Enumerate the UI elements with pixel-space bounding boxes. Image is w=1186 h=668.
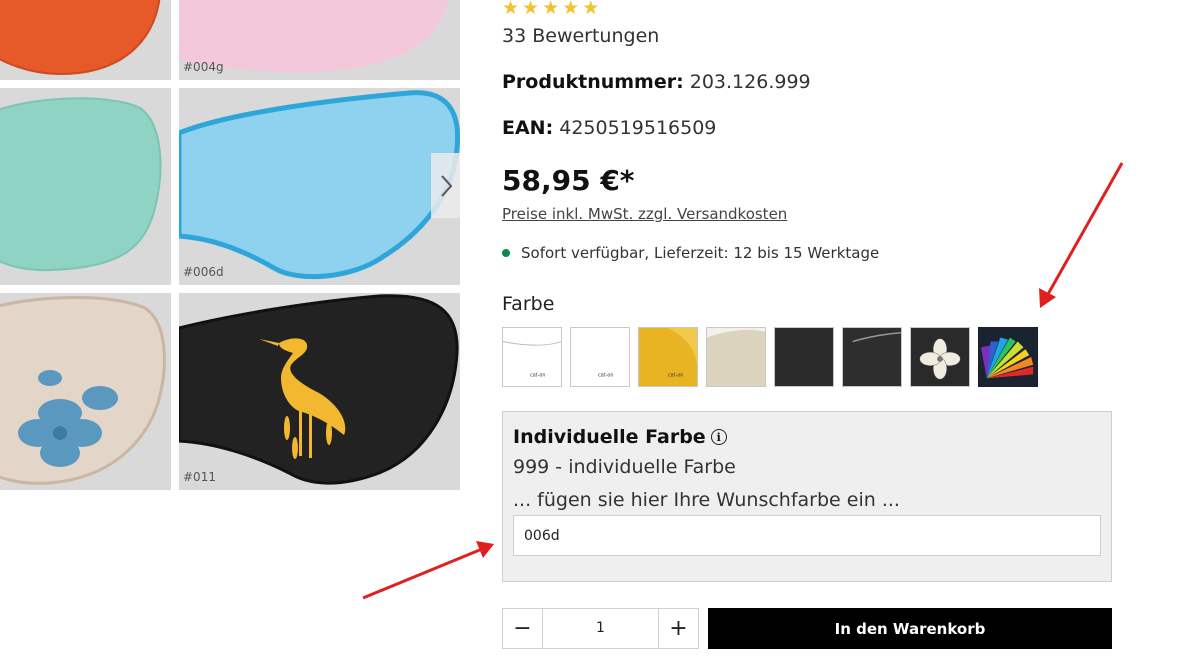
eye-mask-black-heron-image — [179, 294, 459, 485]
ean: EAN: 4250519516509 — [502, 117, 716, 139]
quantity-stepper: − 1 + — [502, 608, 699, 649]
individual-color-title: Individuelle Farbe i — [513, 426, 727, 448]
add-to-cart-button[interactable]: In den Warenkorb — [708, 608, 1112, 649]
price-note-link[interactable]: Preise inkl. MwSt. zzgl. Versandkosten — [502, 205, 787, 223]
color-swatches: cat-on cat-on cat-on — [502, 327, 1038, 387]
star-icon: ★ — [542, 0, 560, 19]
rating-stars[interactable]: ★ ★ ★ ★ ★ — [502, 0, 600, 19]
product-number-value: 203.126.999 — [689, 71, 811, 93]
white-mask-swatch: cat-on — [571, 328, 629, 386]
swatch-yellow[interactable]: cat-on — [638, 327, 698, 387]
white-mask-swatch: cat-on — [503, 328, 561, 386]
ean-label: EAN: — [502, 117, 554, 139]
gallery-tile-mint[interactable] — [0, 88, 171, 285]
rainbow-color-fan-swatch — [979, 328, 1037, 386]
ean-value: 4250519516509 — [559, 117, 717, 139]
red-arrow-to-rainbow-swatch — [1039, 162, 1124, 308]
eye-mask-light-blue-image — [179, 90, 460, 280]
black-mask-swatch — [775, 328, 833, 386]
eye-mask-mint-image — [0, 97, 162, 272]
gallery-tile-beige-hibiscus[interactable] — [0, 293, 171, 490]
individual-color-box: Individuelle Farbe i 999 - individuelle … — [502, 411, 1112, 582]
quantity-value[interactable]: 1 — [543, 609, 658, 648]
tile-code: #006d — [183, 265, 224, 279]
swatch-black-2[interactable] — [842, 327, 902, 387]
stock-text: Sofort verfügbar, Lieferzeit: 12 bis 15 … — [521, 244, 880, 262]
yellow-mask-swatch: cat-on — [639, 328, 697, 386]
product-number: Produktnummer: 203.126.999 — [502, 71, 811, 93]
individual-color-value: 999 - individuelle Farbe — [513, 456, 736, 478]
gallery-tile-orange[interactable] — [0, 0, 171, 80]
beige-mask-swatch — [707, 328, 765, 386]
product-image-gallery: #004g #006d #011 — [0, 0, 470, 500]
star-icon: ★ — [522, 0, 540, 19]
swatch-white-2[interactable]: cat-on — [570, 327, 630, 387]
red-arrow-to-color-input — [362, 541, 494, 600]
black-mask-swatch — [843, 328, 901, 386]
swatch-beige[interactable] — [706, 327, 766, 387]
black-flower-mask-swatch — [911, 328, 969, 386]
availability-dot-icon — [502, 249, 510, 257]
info-icon[interactable]: i — [710, 429, 727, 445]
swatch-black-1[interactable] — [774, 327, 834, 387]
gallery-next-button[interactable] — [431, 153, 460, 218]
decrease-quantity-button[interactable]: − — [503, 609, 543, 648]
individual-color-hint: ... fügen sie hier Ihre Wunschfarbe ein … — [513, 489, 900, 511]
product-number-label: Produktnummer: — [502, 71, 684, 93]
star-icon: ★ — [582, 0, 600, 19]
swatch-white-1[interactable]: cat-on — [502, 327, 562, 387]
color-label: Farbe — [502, 293, 555, 315]
individual-color-title-text: Individuelle Farbe — [513, 426, 706, 448]
svg-text:cat-on: cat-on — [668, 372, 683, 378]
star-icon: ★ — [562, 0, 580, 19]
review-count[interactable]: 33 Bewertungen — [502, 25, 659, 47]
swatch-rainbow-custom[interactable] — [978, 327, 1038, 387]
gallery-tile-pink[interactable]: #004g — [179, 0, 460, 80]
svg-text:cat-on: cat-on — [598, 372, 613, 378]
star-icon: ★ — [502, 0, 520, 19]
chevron-right-icon — [440, 174, 452, 197]
gallery-tile-black-heron[interactable]: #011 — [179, 293, 460, 490]
product-price: 58,95 €* — [502, 164, 635, 197]
stock-status: Sofort verfügbar, Lieferzeit: 12 bis 15 … — [502, 244, 879, 262]
eye-mask-beige-hibiscus-image — [0, 296, 166, 485]
tile-code: #004g — [183, 60, 224, 74]
tile-code: #011 — [183, 470, 216, 484]
increase-quantity-button[interactable]: + — [658, 609, 698, 648]
svg-text:cat-on: cat-on — [530, 372, 545, 378]
swatch-black-flower[interactable] — [910, 327, 970, 387]
gallery-tile-light-blue[interactable]: #006d — [179, 88, 460, 285]
eye-mask-orange-image — [0, 0, 161, 76]
custom-color-input[interactable] — [513, 515, 1101, 556]
